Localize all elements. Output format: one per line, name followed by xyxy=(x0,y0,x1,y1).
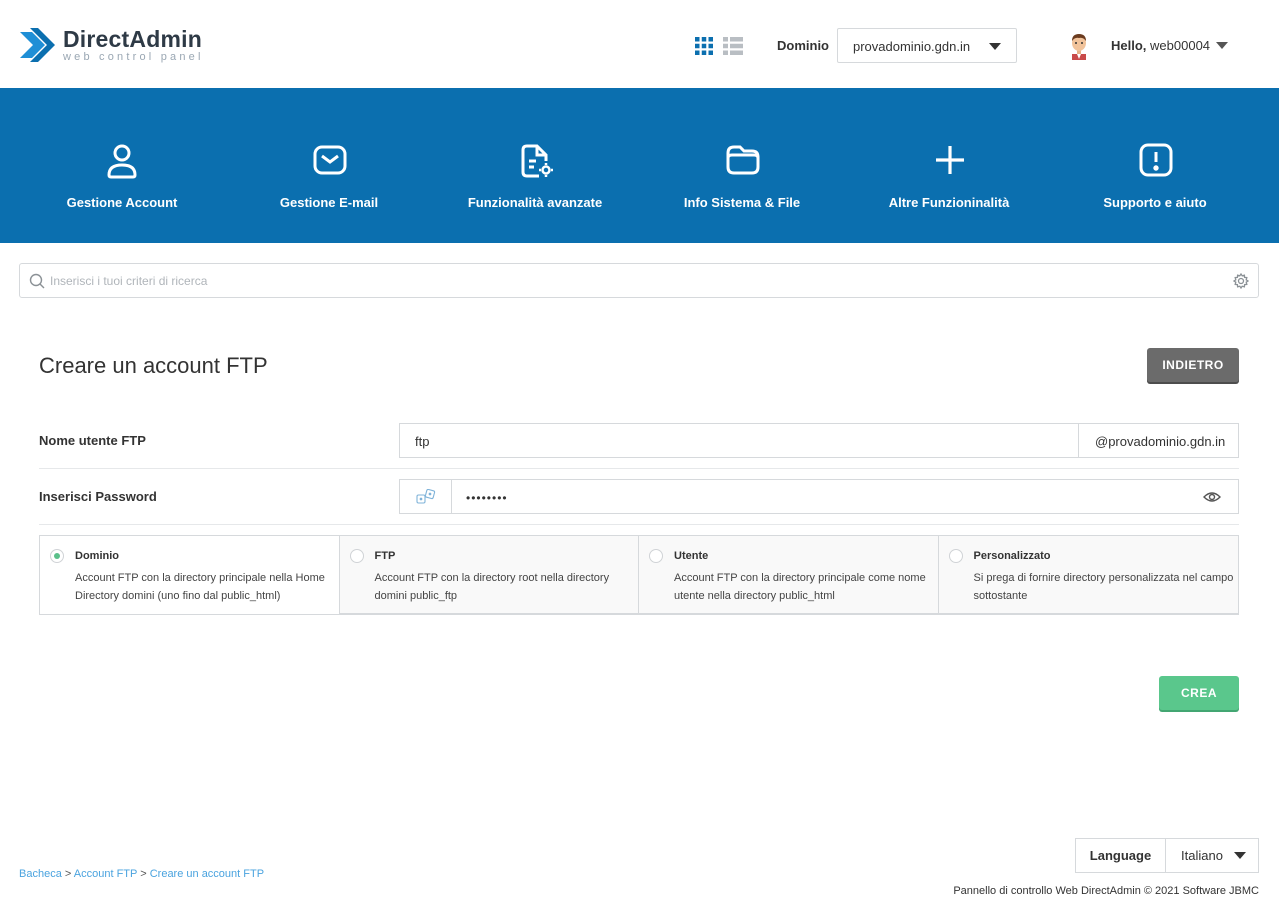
domain-select-value: provadominio.gdn.in xyxy=(853,39,971,54)
list-view-icon[interactable] xyxy=(723,37,743,60)
nav-item-label: Info Sistema & File xyxy=(683,195,801,210)
language-select[interactable]: Italiano xyxy=(1166,839,1258,872)
breadcrumb-link-bacheca[interactable]: Bacheca xyxy=(19,868,62,880)
ftp-username-label: Nome utente FTP xyxy=(39,433,146,448)
user-caret-down-icon[interactable] xyxy=(1216,42,1228,49)
copyright: Pannello di controllo Web DirectAdmin © … xyxy=(953,885,1259,897)
generate-password-button[interactable] xyxy=(399,479,452,514)
row-divider xyxy=(39,524,1239,525)
nav-item-gestione-email[interactable]: Gestione E-mail xyxy=(229,88,429,243)
option-dominio[interactable]: Dominio Account FTP con la directory pri… xyxy=(40,536,340,614)
back-button[interactable]: INDIETRO xyxy=(1147,348,1239,382)
search-icon xyxy=(29,273,45,294)
nav-item-supporto-aiuto[interactable]: Supporto e aiuto xyxy=(1055,88,1255,243)
domain-select[interactable]: provadominio.gdn.in xyxy=(837,28,1017,63)
language-selector: Language Italiano xyxy=(1075,838,1259,873)
breadcrumb: Bacheca > Account FTP > Creare un accoun… xyxy=(19,868,264,880)
nav-item-funzionalita-avanzate[interactable]: Funzionalità avanzate xyxy=(435,88,635,243)
option-title: Dominio xyxy=(75,550,119,562)
radio-button[interactable] xyxy=(50,549,64,563)
top-header: DirectAdmin web control panel Dominio pr… xyxy=(0,0,1279,88)
main-nav: Gestione Account Gestione E-mail Funzion… xyxy=(0,88,1279,243)
directory-type-options: Dominio Account FTP con la directory pri… xyxy=(39,535,1239,615)
folder-icon xyxy=(726,145,760,175)
caret-down-icon xyxy=(989,43,1001,50)
radio-button[interactable] xyxy=(948,549,963,563)
search-bar xyxy=(19,263,1259,298)
envelope-icon xyxy=(313,145,347,175)
option-utente[interactable]: Utente Account FTP con la directory prin… xyxy=(639,536,939,614)
option-title: Personalizzato xyxy=(973,550,1051,562)
ftp-username-input[interactable]: ftp xyxy=(399,423,1079,458)
logo-title: DirectAdmin xyxy=(63,25,202,52)
nav-item-info-sistema-file[interactable]: Info Sistema & File xyxy=(642,88,842,243)
logo-subtitle: web control panel xyxy=(63,50,204,63)
show-password-button[interactable] xyxy=(1186,479,1239,514)
eye-icon xyxy=(1203,492,1221,502)
row-divider xyxy=(39,468,1239,469)
plus-icon xyxy=(936,146,964,174)
user-menu[interactable]: Hello, web00004 xyxy=(1111,38,1210,53)
nav-item-label: Supporto e aiuto xyxy=(1103,195,1207,210)
option-description: Si prega di fornire directory personaliz… xyxy=(973,572,1234,602)
radio-button[interactable] xyxy=(649,549,663,563)
breadcrumb-separator: > xyxy=(140,868,147,880)
option-title: FTP xyxy=(374,550,396,562)
nav-item-label: Gestione Account xyxy=(66,195,178,210)
option-description: Account FTP con la directory root nella … xyxy=(374,572,610,602)
language-value: Italiano xyxy=(1181,848,1223,863)
gear-icon[interactable] xyxy=(1232,272,1250,294)
directadmin-logo[interactable]: DirectAdmin web control panel xyxy=(18,24,204,66)
nav-item-label: Funzionalità avanzate xyxy=(467,195,603,210)
breadcrumb-link-current[interactable]: Creare un account FTP xyxy=(150,868,264,880)
file-settings-icon xyxy=(521,144,553,178)
create-button[interactable]: CREA xyxy=(1159,676,1239,710)
option-title: Utente xyxy=(674,550,709,562)
user-icon xyxy=(107,144,137,179)
nav-item-label: Gestione E-mail xyxy=(279,195,379,210)
caret-down-icon xyxy=(1234,852,1246,859)
radio-button[interactable] xyxy=(349,549,364,563)
option-ftp[interactable]: FTP Account FTP con la directory root ne… xyxy=(339,536,639,614)
username: web00004 xyxy=(1150,38,1211,53)
option-personalizzato[interactable]: Personalizzato Si prega di fornire direc… xyxy=(938,536,1238,614)
nav-item-gestione-account[interactable]: Gestione Account xyxy=(22,88,222,243)
password-label: Inserisci Password xyxy=(39,489,157,504)
domain-label: Dominio xyxy=(777,38,829,53)
password-input[interactable]: •••••••• xyxy=(451,479,1187,514)
search-input[interactable] xyxy=(50,264,1230,297)
dice-icon xyxy=(416,489,436,504)
option-description: Account FTP con la directory principale … xyxy=(674,572,926,602)
ftp-domain-suffix: @provadominio.gdn.in xyxy=(1078,423,1239,458)
language-label: Language xyxy=(1076,839,1166,872)
breadcrumb-separator: > xyxy=(64,868,72,880)
grid-view-icon[interactable] xyxy=(695,37,713,60)
page-title: Creare un account FTP xyxy=(39,353,268,378)
alert-icon xyxy=(1139,143,1173,177)
breadcrumb-link-account-ftp[interactable]: Account FTP xyxy=(74,868,137,880)
hello-prefix: Hello, xyxy=(1111,38,1147,53)
nav-item-label: Altre Funzioninalità xyxy=(888,195,1010,210)
nav-item-altre-funzionalita[interactable]: Altre Funzioninalità xyxy=(849,88,1049,243)
option-description: Account FTP con la directory principale … xyxy=(75,572,325,602)
avatar[interactable] xyxy=(1066,32,1092,60)
logo-chevron-icon xyxy=(18,24,56,66)
